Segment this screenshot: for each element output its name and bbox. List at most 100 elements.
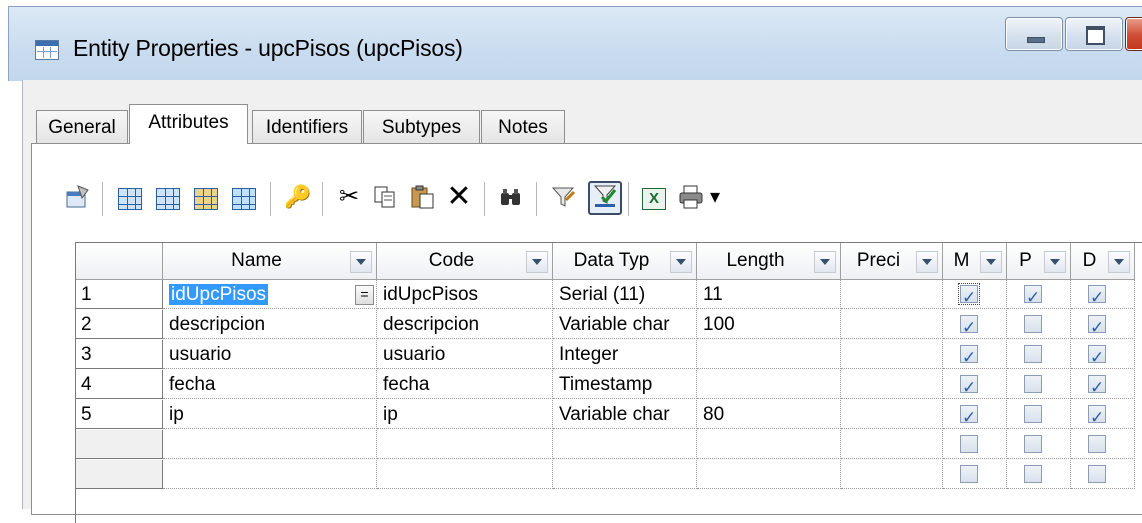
checked-checkbox[interactable] bbox=[1024, 283, 1042, 308]
cell-data-type[interactable]: Timestamp bbox=[553, 370, 697, 399]
cell-precision[interactable] bbox=[841, 430, 943, 459]
row-number[interactable] bbox=[76, 460, 163, 489]
cell-data-type[interactable] bbox=[553, 460, 697, 489]
cell-code[interactable] bbox=[377, 460, 553, 489]
unchecked-checkbox[interactable] bbox=[1088, 465, 1106, 483]
minimize-button[interactable] bbox=[1005, 17, 1063, 51]
chevron-down-icon[interactable] bbox=[526, 251, 548, 273]
row-number[interactable] bbox=[76, 430, 163, 459]
cell-primary[interactable] bbox=[1007, 400, 1071, 429]
checked-checkbox[interactable] bbox=[1088, 283, 1106, 308]
column-header-name[interactable]: Name bbox=[163, 243, 377, 280]
cell-displayed[interactable] bbox=[1071, 370, 1135, 399]
checked-checkbox[interactable] bbox=[960, 403, 978, 428]
unchecked-checkbox[interactable] bbox=[1024, 315, 1042, 333]
chevron-down-icon[interactable] bbox=[814, 251, 836, 273]
row-number[interactable]: 1 bbox=[76, 280, 163, 309]
row-number[interactable]: 2 bbox=[76, 310, 163, 339]
checked-checkbox[interactable] bbox=[1088, 313, 1106, 338]
tab-subtypes[interactable]: Subtypes bbox=[363, 110, 480, 144]
row-header-corner[interactable] bbox=[76, 243, 163, 280]
cell-code[interactable] bbox=[377, 430, 553, 459]
cell-data-type[interactable]: Integer bbox=[553, 340, 697, 369]
cell-code[interactable]: descripcion bbox=[377, 310, 553, 339]
row-number[interactable]: 5 bbox=[76, 400, 163, 429]
cell-precision[interactable] bbox=[841, 370, 943, 399]
cell-displayed[interactable] bbox=[1071, 280, 1135, 309]
cell-primary[interactable] bbox=[1007, 340, 1071, 369]
cell-length[interactable]: 100 bbox=[697, 310, 841, 339]
cell-name[interactable] bbox=[163, 430, 377, 459]
chevron-down-icon[interactable] bbox=[916, 251, 938, 273]
properties-icon[interactable] bbox=[64, 184, 90, 210]
equals-button[interactable]: = bbox=[355, 285, 374, 305]
cell-code[interactable]: usuario bbox=[377, 340, 553, 369]
row-number[interactable]: 3 bbox=[76, 340, 163, 369]
cell-data-type[interactable]: Variable char bbox=[553, 310, 697, 339]
key-icon[interactable]: 🔑 bbox=[284, 184, 311, 210]
chevron-down-icon[interactable] bbox=[1044, 251, 1066, 273]
cell-displayed[interactable] bbox=[1071, 430, 1135, 459]
column-header-length[interactable]: Length bbox=[697, 243, 841, 280]
unchecked-checkbox[interactable] bbox=[1024, 375, 1042, 393]
table-row[interactable]: 3 usuario usuario Integer bbox=[76, 340, 1142, 370]
chevron-down-icon[interactable] bbox=[1108, 251, 1130, 273]
unchecked-checkbox[interactable] bbox=[1024, 345, 1042, 363]
table-row[interactable] bbox=[76, 430, 1142, 460]
cell-name[interactable] bbox=[163, 460, 377, 489]
table-row[interactable] bbox=[76, 460, 1142, 490]
cell-length[interactable]: 11 bbox=[697, 280, 841, 309]
checked-checkbox[interactable] bbox=[1088, 373, 1106, 398]
column-header-mandatory[interactable]: M bbox=[943, 243, 1007, 280]
cell-code[interactable]: idUpcPisos bbox=[377, 280, 553, 309]
cell-precision[interactable] bbox=[841, 280, 943, 309]
cell-length[interactable] bbox=[697, 460, 841, 489]
tab-attributes[interactable]: Attributes bbox=[129, 104, 248, 144]
cell-precision[interactable] bbox=[841, 310, 943, 339]
chevron-down-icon[interactable] bbox=[350, 251, 372, 273]
cell-data-type[interactable]: Serial (11) bbox=[553, 280, 697, 309]
tab-general[interactable]: General bbox=[36, 110, 128, 144]
cell-name[interactable]: descripcion bbox=[163, 310, 377, 339]
cell-data-type[interactable] bbox=[553, 430, 697, 459]
cell-displayed[interactable] bbox=[1071, 400, 1135, 429]
unchecked-checkbox[interactable] bbox=[1024, 465, 1042, 483]
checked-checkbox[interactable] bbox=[958, 283, 980, 308]
column-header-code[interactable]: Code bbox=[377, 243, 553, 280]
copy-icon[interactable] bbox=[372, 184, 398, 210]
delete-icon[interactable]: ✕ bbox=[446, 182, 472, 212]
add-row-icon[interactable] bbox=[118, 188, 142, 210]
insert-row-icon[interactable] bbox=[156, 188, 180, 210]
cell-length[interactable] bbox=[697, 340, 841, 369]
cell-name[interactable]: idUpcPisos = bbox=[163, 280, 377, 309]
print-icon[interactable] bbox=[678, 184, 704, 210]
cell-mandatory[interactable] bbox=[943, 430, 1007, 459]
row-number[interactable]: 4 bbox=[76, 370, 163, 399]
cell-primary[interactable] bbox=[1007, 280, 1071, 309]
unchecked-checkbox[interactable] bbox=[1024, 435, 1042, 453]
cell-length[interactable]: 80 bbox=[697, 400, 841, 429]
unchecked-checkbox[interactable] bbox=[1088, 435, 1106, 453]
column-header-data-type[interactable]: Data Typ bbox=[553, 243, 697, 280]
cell-name[interactable]: fecha bbox=[163, 370, 377, 399]
maximize-button[interactable] bbox=[1065, 17, 1123, 51]
cell-displayed[interactable] bbox=[1071, 310, 1135, 339]
checked-checkbox[interactable] bbox=[960, 373, 978, 398]
cell-length[interactable] bbox=[697, 370, 841, 399]
cell-name[interactable]: ip bbox=[163, 400, 377, 429]
checked-checkbox[interactable] bbox=[1088, 403, 1106, 428]
column-header-precision[interactable]: Preci bbox=[841, 243, 943, 280]
close-button[interactable] bbox=[1125, 17, 1142, 51]
add-attributes-icon[interactable] bbox=[194, 188, 218, 210]
cell-data-type[interactable]: Variable char bbox=[553, 400, 697, 429]
find-icon[interactable] bbox=[498, 184, 524, 210]
cell-primary[interactable] bbox=[1007, 430, 1071, 459]
cell-primary[interactable] bbox=[1007, 460, 1071, 489]
cell-code[interactable]: ip bbox=[377, 400, 553, 429]
unchecked-checkbox[interactable] bbox=[960, 465, 978, 483]
cell-displayed[interactable] bbox=[1071, 460, 1135, 489]
cell-mandatory[interactable] bbox=[943, 460, 1007, 489]
cell-mandatory[interactable] bbox=[943, 310, 1007, 339]
cell-primary[interactable] bbox=[1007, 370, 1071, 399]
cell-precision[interactable] bbox=[841, 460, 943, 489]
